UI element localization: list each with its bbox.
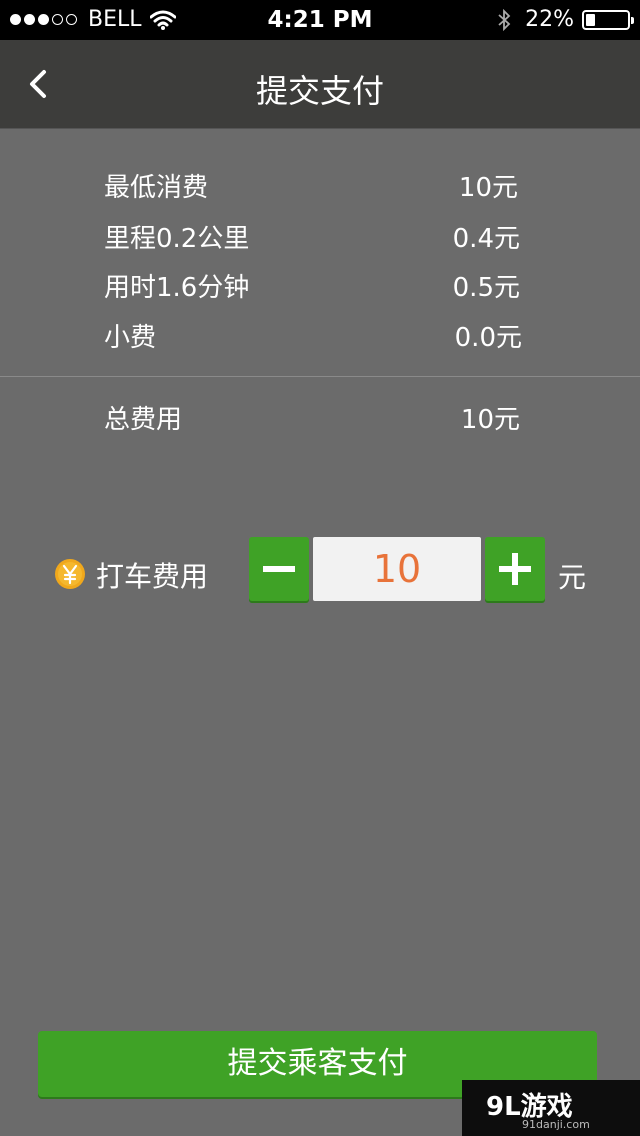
- plus-icon: [499, 553, 531, 585]
- total-value: 10元: [460, 405, 520, 435]
- nav-bar: 提交支付: [0, 40, 640, 129]
- fee-label: 最低消费: [104, 173, 209, 203]
- watermark-url: 91danji.com: [522, 1118, 590, 1131]
- fare-label: 打车费用: [96, 560, 209, 593]
- fee-label: 里程0.2公里: [104, 224, 250, 254]
- fare-input[interactable]: [313, 537, 481, 601]
- fee-value: 0.5元: [452, 273, 520, 303]
- bluetooth-icon: [498, 8, 511, 31]
- battery-percent: 22%: [525, 7, 574, 32]
- minus-icon: [263, 566, 295, 572]
- page-title: 提交支付: [255, 72, 384, 110]
- fee-label: 小费: [104, 323, 157, 353]
- unit-label: 元: [558, 561, 587, 594]
- fee-row-total: 总费用 10元: [104, 399, 524, 439]
- fee-value: 0.4元: [452, 224, 520, 254]
- increase-fare-button[interactable]: [485, 537, 545, 601]
- yen-coin-icon: [55, 559, 85, 589]
- fee-row-minimum: 最低消费 10元: [104, 167, 524, 207]
- decrease-fare-button[interactable]: [249, 537, 309, 601]
- watermark: 9L游戏 91danji.com: [462, 1080, 640, 1136]
- total-label: 总费用: [104, 405, 183, 435]
- status-right: 22%: [497, 7, 634, 32]
- fee-row-time: 用时1.6分钟 0.5元: [104, 267, 524, 307]
- fee-value: 0.0元: [454, 323, 522, 353]
- battery-fill: [586, 13, 595, 26]
- fee-row-tip: 小费 0.0元: [104, 317, 524, 357]
- fee-label: 用时1.6分钟: [104, 273, 250, 303]
- battery-icon: [582, 9, 634, 30]
- fee-value: 10元: [458, 173, 518, 203]
- fee-row-distance: 里程0.2公里 0.4元: [104, 218, 524, 258]
- status-bar: BELL 4:21 PM 22%: [0, 0, 640, 40]
- divider: [0, 376, 640, 377]
